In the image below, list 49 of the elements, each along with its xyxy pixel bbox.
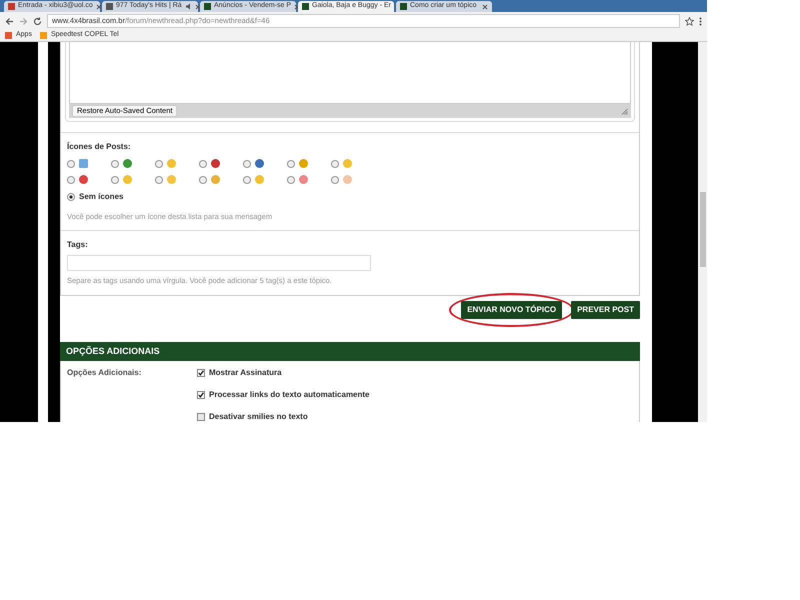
radio-button[interactable] (155, 160, 163, 168)
favicon-icon (8, 3, 15, 10)
resize-grip-icon[interactable] (621, 108, 628, 114)
bookmark-icon (40, 32, 47, 39)
radio-button[interactable] (67, 176, 75, 184)
radio-button[interactable] (67, 193, 75, 201)
radio-button[interactable] (67, 160, 75, 168)
radio-button[interactable] (199, 176, 207, 184)
close-icon[interactable] (482, 4, 488, 10)
tags-field[interactable] (67, 255, 371, 272)
back-icon[interactable] (5, 16, 14, 26)
apps-grid-icon (5, 32, 12, 39)
option-label: Processar links do texto automaticamente (209, 389, 370, 401)
radio-button[interactable] (331, 176, 339, 184)
scrollbar[interactable] (698, 42, 707, 422)
section-header: OPÇÕES ADICIONAIS (60, 342, 640, 361)
forward-icon[interactable] (19, 16, 28, 26)
close-icon[interactable] (96, 4, 102, 10)
checkbox[interactable] (197, 369, 205, 377)
option-label: Mostrar Assinatura (209, 367, 282, 379)
close-icon[interactable] (294, 4, 300, 10)
menu-icon[interactable] (699, 16, 702, 26)
radio-button[interactable] (111, 160, 119, 168)
document-icon (79, 159, 88, 168)
radio-button[interactable] (111, 176, 119, 184)
radio-button[interactable] (243, 160, 251, 168)
favicon-icon (106, 3, 113, 10)
submit-button[interactable]: ENVIAR NOVO TÓPICO (461, 300, 562, 318)
radio-button[interactable] (287, 176, 295, 184)
emoticon-icon (79, 175, 88, 184)
checkbox[interactable] (197, 391, 205, 399)
option-label: Desativar smilies no texto (209, 411, 308, 422)
option-label: Sem ícones (79, 191, 124, 203)
close-icon[interactable] (194, 4, 201, 10)
preview-button[interactable]: PREVER POST (571, 300, 640, 318)
favicon-icon (204, 3, 211, 10)
options-label: Opções Adicionais: (67, 367, 142, 379)
section-label: Ícones de Posts: (67, 141, 132, 153)
reload-icon[interactable] (33, 16, 42, 26)
radio-button[interactable] (155, 176, 163, 184)
radio-button[interactable] (243, 176, 251, 184)
radio-button[interactable] (287, 160, 295, 168)
radio-button[interactable] (199, 160, 207, 168)
tags-label: Tags: (67, 239, 89, 252)
checkbox[interactable] (197, 413, 205, 421)
radio-button[interactable] (331, 160, 339, 168)
favicon-icon (400, 3, 407, 10)
star-icon[interactable] (685, 16, 694, 26)
favicon-icon (302, 3, 309, 10)
